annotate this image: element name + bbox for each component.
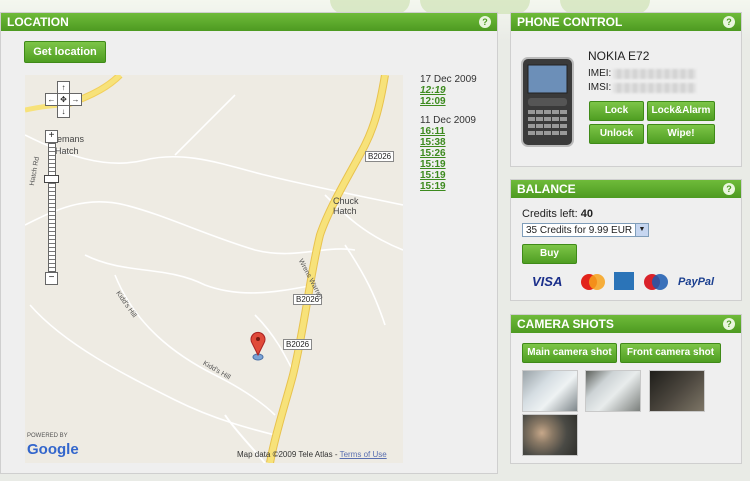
history-time-link[interactable]: 12:19 <box>420 85 490 96</box>
imsi-value-blurred <box>613 83 696 93</box>
history-spacer <box>420 107 490 115</box>
history-time-link[interactable]: 12:09 <box>420 96 490 107</box>
zoom-slider[interactable] <box>48 143 56 272</box>
camera-thumbnail[interactable] <box>649 370 705 412</box>
chevron-down-icon[interactable]: ▼ <box>635 224 648 236</box>
history-date: 17 Dec 2009 <box>420 74 477 85</box>
map-label: B2026 <box>283 339 313 350</box>
balance-title: BALANCE <box>517 182 576 196</box>
map-data-text: Map data ©2009 Tele Atlas - <box>237 450 338 459</box>
map-pan-control: ↑ ← ✥ → ↓ <box>45 81 82 118</box>
history-time-link[interactable]: 15:19 <box>420 170 490 181</box>
phone-control-header: PHONE CONTROL ? <box>511 13 741 31</box>
location-marker-icon[interactable] <box>248 331 268 361</box>
map-minor-road <box>344 244 386 326</box>
imei-value-blurred <box>613 69 696 79</box>
maestro-logo <box>644 274 668 290</box>
unlock-button[interactable]: Unlock <box>589 124 644 144</box>
history-date: 11 Dec 2009 <box>420 115 476 126</box>
help-icon[interactable]: ? <box>479 16 491 28</box>
map-minor-road <box>174 94 236 156</box>
lock-alarm-button[interactable]: Lock&Alarm <box>647 101 715 121</box>
location-header: LOCATION ? <box>1 13 497 31</box>
credits-left: Credits left: 40 <box>522 208 593 220</box>
map-label-line: Hatch <box>333 206 357 216</box>
location-history: 17 Dec 2009 12:19 12:09 11 Dec 2009 16:1… <box>420 74 490 192</box>
map-label: B2026 <box>365 151 395 162</box>
phone-control-title: PHONE CONTROL <box>517 15 623 29</box>
location-map[interactable]: B2026 B2026 B2026 Chuck Hatch lemans Hat… <box>25 75 403 463</box>
pan-right-icon[interactable]: → <box>69 93 82 106</box>
pan-down-icon[interactable]: ↓ <box>57 105 70 118</box>
main-camera-shot-button[interactable]: Main camera shot <box>522 343 617 363</box>
credits-package-select[interactable]: 35 Credits for 9.99 EUR ▼ <box>522 223 649 237</box>
amex-logo <box>614 272 634 290</box>
zoom-out-icon[interactable]: − <box>45 272 58 285</box>
camera-shots-header: CAMERA SHOTS ? <box>511 315 741 333</box>
camera-thumbnail[interactable] <box>585 370 641 412</box>
front-camera-shot-button[interactable]: Front camera shot <box>620 343 721 363</box>
help-icon[interactable]: ? <box>723 16 735 28</box>
imei-label: IMEI: <box>588 68 612 79</box>
map-minor-road <box>25 201 356 255</box>
visa-logo: VISA <box>532 274 563 289</box>
map-label-line: Hatch <box>55 146 79 156</box>
powered-by-label: POWERED BY <box>27 433 68 439</box>
map-minor-road <box>29 304 276 436</box>
buy-button[interactable]: Buy <box>522 244 577 264</box>
terms-of-use-link[interactable]: Terms of Use <box>340 450 387 459</box>
mastercard-logo <box>581 274 605 290</box>
google-logo: Google <box>27 441 79 458</box>
map-label: Chuck Hatch <box>333 196 359 216</box>
phone-image <box>521 57 574 147</box>
map-label: lemans Hatch <box>55 133 84 157</box>
zoom-slider-handle[interactable] <box>44 175 59 183</box>
get-location-button[interactable]: Get location <box>24 41 106 63</box>
camera-shots-title: CAMERA SHOTS <box>517 317 614 331</box>
history-time-link[interactable]: 16:11 <box>420 126 490 137</box>
balance-header: BALANCE ? <box>511 180 741 198</box>
imsi-label: IMSI: <box>588 82 612 93</box>
map-label-line: lemans <box>55 134 85 144</box>
zoom-in-icon[interactable]: + <box>45 130 58 143</box>
history-time-link[interactable]: 15:26 <box>420 148 490 159</box>
camera-thumbnail[interactable] <box>522 414 578 456</box>
map-b-road <box>267 75 388 463</box>
map-minor-road <box>84 254 316 294</box>
paypal-logo: PayPal <box>678 276 715 288</box>
help-icon[interactable]: ? <box>723 318 735 330</box>
history-time-link[interactable]: 15:38 <box>420 137 490 148</box>
map-attribution: Map data ©2009 Tele Atlas - Terms of Use <box>237 450 387 459</box>
selected-package: 35 Credits for 9.99 EUR <box>526 225 633 236</box>
camera-thumbnail[interactable] <box>522 370 578 412</box>
credits-value: 40 <box>580 208 593 220</box>
credits-label: Credits left: <box>522 208 578 220</box>
map-label-line: Chuck <box>333 196 359 206</box>
wipe-button[interactable]: Wipe! <box>647 124 715 144</box>
help-icon[interactable]: ? <box>723 183 735 195</box>
history-time-link[interactable]: 15:19 <box>420 159 490 170</box>
location-title: LOCATION <box>7 15 69 29</box>
phone-model: NOKIA E72 <box>588 49 650 63</box>
history-time-link[interactable]: 15:19 <box>420 181 490 192</box>
lock-button[interactable]: Lock <box>589 101 644 121</box>
